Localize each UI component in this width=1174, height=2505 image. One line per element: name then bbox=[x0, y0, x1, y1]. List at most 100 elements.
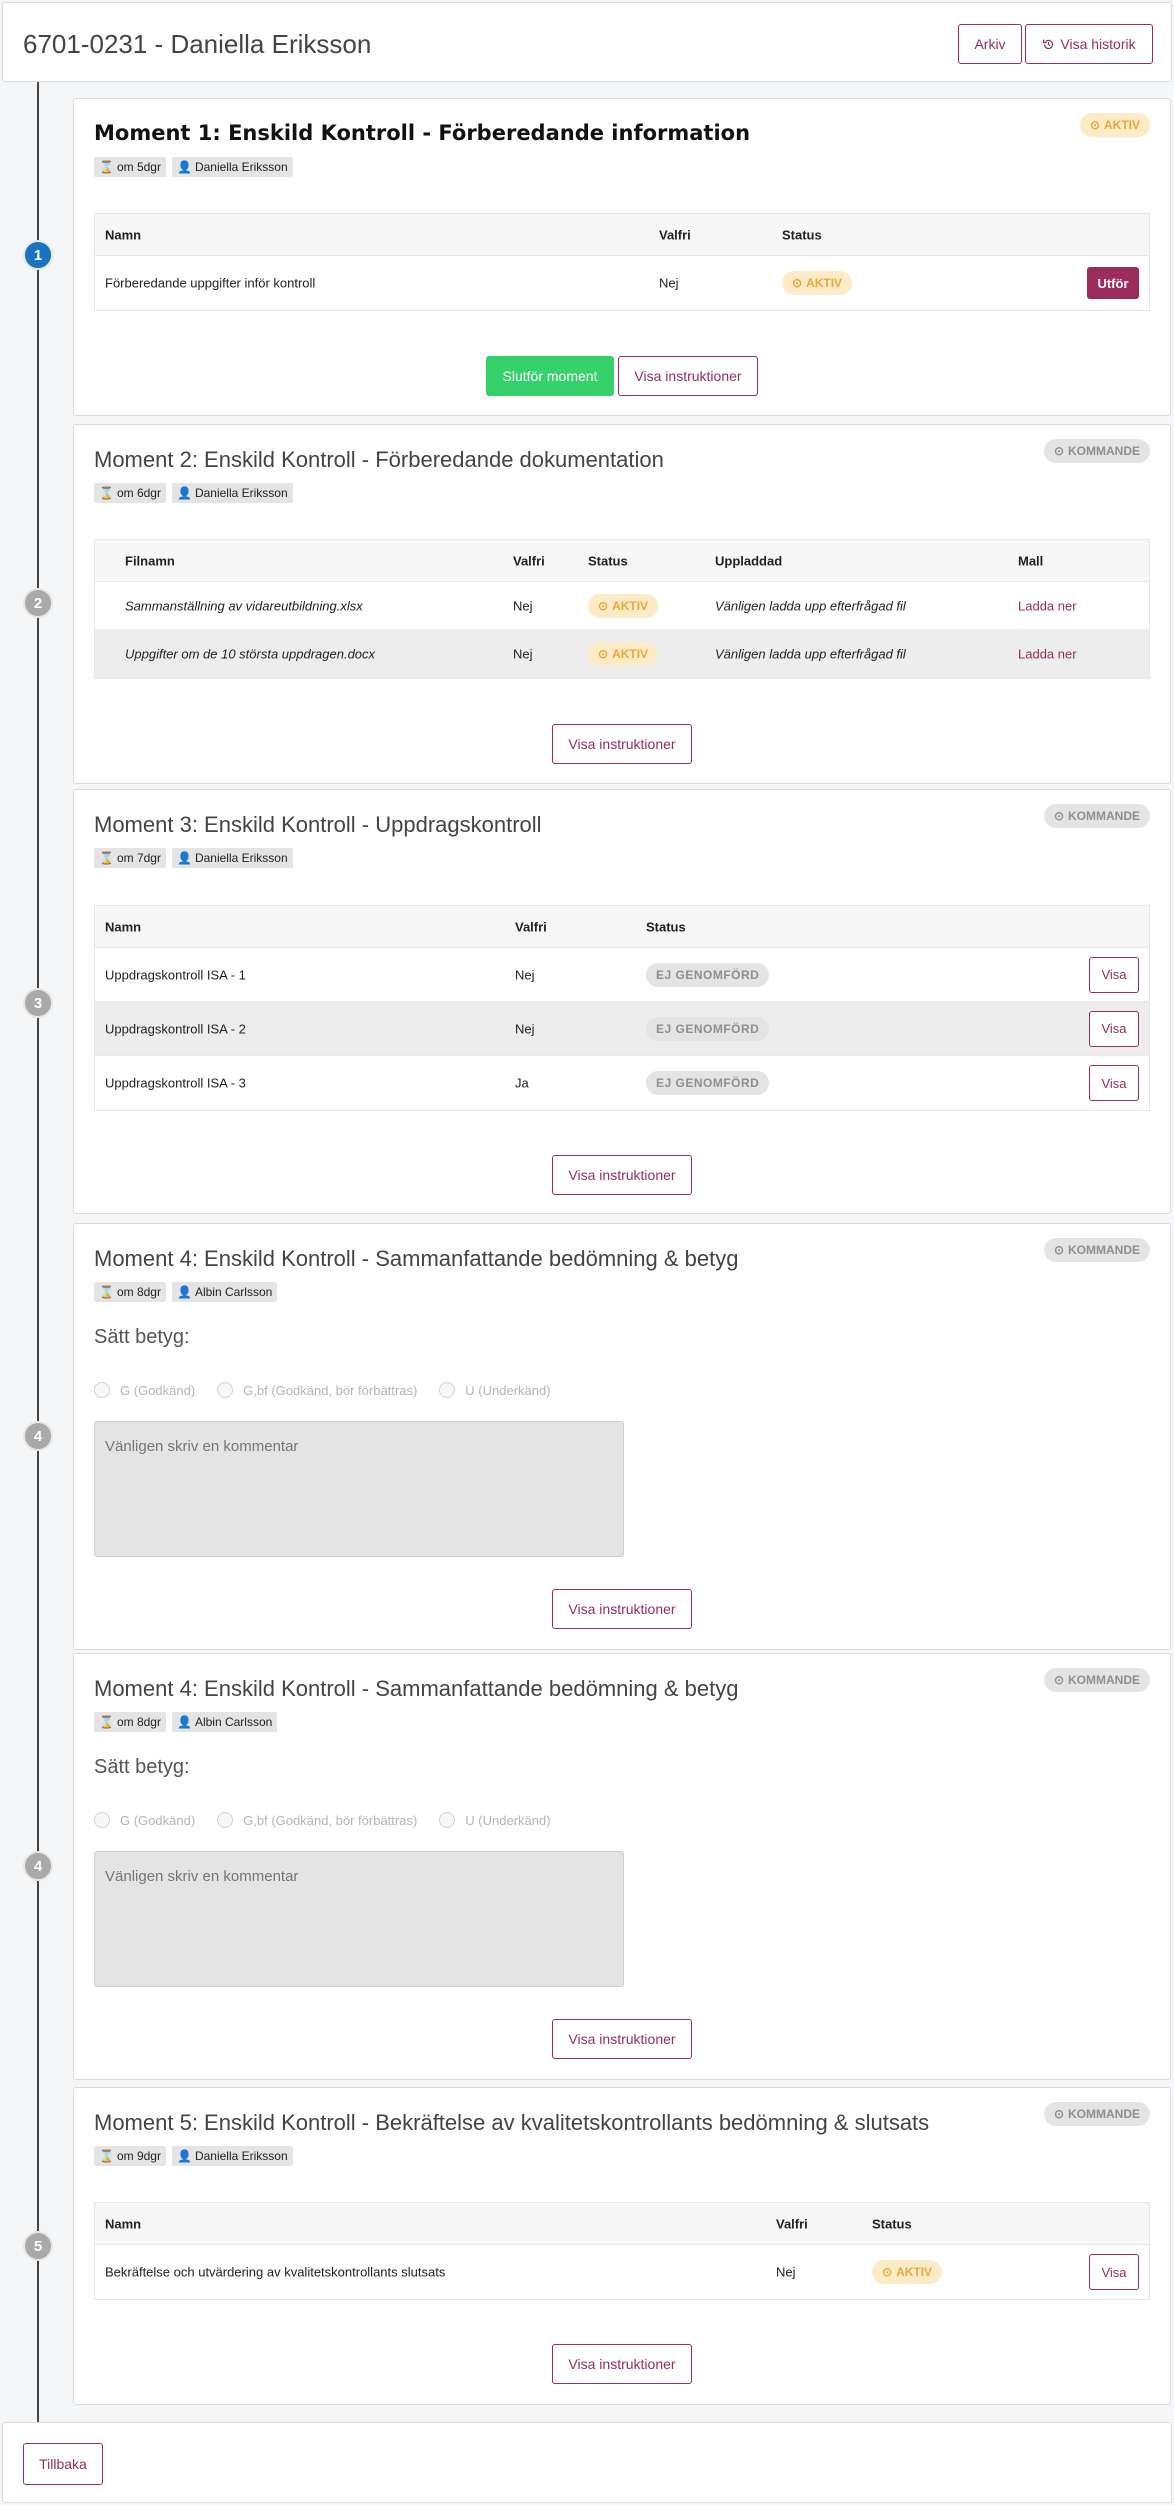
moment-title: Moment 3: Enskild Kontroll - Uppdragskon… bbox=[94, 812, 542, 837]
download-template-link[interactable]: Ladda ner bbox=[1018, 598, 1077, 613]
grade-option-g[interactable]: G (Godkänd) bbox=[94, 1812, 195, 1828]
grade-option-u[interactable]: U (Underkänd) bbox=[439, 1382, 551, 1398]
show-history-button[interactable]: Visa historik bbox=[1025, 24, 1153, 64]
moment-card-4: Moment 4: Enskild Kontroll - Sammanfatta… bbox=[73, 1223, 1171, 1650]
show-instructions-button[interactable]: Visa instruktioner bbox=[552, 1155, 692, 1195]
status-badge: ⊙ KOMMANDE bbox=[1043, 439, 1150, 463]
grade-option-gbf[interactable]: G,bf (Godkänd, bör förbättras) bbox=[217, 1382, 417, 1398]
view-button[interactable]: Visa bbox=[1089, 1065, 1139, 1101]
clock-icon: ⊙ bbox=[598, 598, 609, 613]
view-button[interactable]: Visa bbox=[1089, 2254, 1139, 2290]
task-optional: Nej bbox=[776, 2264, 796, 2280]
person-chip: 👤 Albin Carlsson bbox=[171, 1282, 278, 1302]
task-name: Uppdragskontroll ISA - 3 bbox=[105, 1075, 246, 1091]
clock-icon: ⊙ bbox=[1053, 1673, 1064, 1687]
status-badge: EJ GENOMFÖRD bbox=[646, 962, 770, 987]
column-header: Valfri bbox=[659, 227, 691, 242]
task-status: EJ GENOMFÖRD bbox=[646, 1071, 770, 1095]
archive-button[interactable]: Arkiv bbox=[958, 24, 1022, 64]
status-badge: ⊙ KOMMANDE bbox=[1043, 2102, 1150, 2126]
grade-option-label: G,bf (Godkänd, bör förbättras) bbox=[243, 1382, 418, 1398]
table-row: Uppdragskontroll ISA - 3 Ja EJ GENOMFÖRD… bbox=[95, 1056, 1149, 1110]
table-row: Sammanställning av vidareutbildning.xlsx… bbox=[95, 582, 1149, 630]
clock-icon: ⊙ bbox=[1053, 1243, 1064, 1257]
moment-card-4b: Moment 4: Enskild Kontroll - Sammanfatta… bbox=[73, 1653, 1171, 2080]
radio-button[interactable] bbox=[94, 1382, 110, 1398]
hourglass-icon: ⌛ bbox=[99, 1715, 114, 1729]
moment-meta: ⌛ om 7dgr 👤 Daniella Eriksson bbox=[94, 848, 293, 868]
file-optional: Nej bbox=[513, 598, 533, 613]
person-chip: 👤 Daniella Eriksson bbox=[171, 483, 293, 503]
file-status: ⊙ AKTIV bbox=[588, 593, 659, 618]
table-header: Namn Valfri Status bbox=[95, 214, 1149, 256]
status-badge: EJ GENOMFÖRD bbox=[646, 1071, 770, 1095]
file-name: Sammanställning av vidareutbildning.xlsx bbox=[125, 598, 363, 613]
status-badge: ⊙ AKTIV bbox=[588, 593, 659, 618]
task-name: Förberedande uppgifter inför kontroll bbox=[105, 275, 316, 291]
view-button[interactable]: Visa bbox=[1089, 956, 1139, 993]
user-icon: 👤 bbox=[176, 2149, 192, 2163]
show-instructions-button[interactable]: Visa instruktioner bbox=[552, 724, 692, 764]
status-badge-text: KOMMANDE bbox=[1068, 1673, 1140, 1687]
radio-button[interactable] bbox=[439, 1382, 456, 1398]
status-badge: ⊙ KOMMANDE bbox=[1043, 1668, 1150, 1692]
grade-option-u[interactable]: U (Underkänd) bbox=[439, 1812, 551, 1828]
task-optional: Nej bbox=[515, 1021, 535, 1036]
due-text: om 6dgr bbox=[116, 486, 161, 500]
timeline-marker-5: 5 bbox=[23, 2231, 53, 2261]
grade-option-label: G (Godkänd) bbox=[120, 1382, 196, 1398]
show-instructions-button[interactable]: Visa instruktioner bbox=[552, 1589, 692, 1629]
status-badge-text: KOMMANDE bbox=[1068, 809, 1140, 823]
column-header: Namn bbox=[105, 2216, 142, 2231]
user-icon: 👤 bbox=[176, 160, 192, 174]
moment-meta: ⌛ om 8dgr 👤 Albin Carlsson bbox=[94, 1282, 278, 1302]
column-header: Valfri bbox=[515, 919, 547, 934]
execute-button[interactable]: Utför bbox=[1087, 267, 1139, 299]
file-upload-status: Vänligen ladda upp efterfrågad fil bbox=[715, 598, 906, 613]
person-text: Albin Carlsson bbox=[194, 1285, 273, 1299]
task-optional: Nej bbox=[659, 275, 679, 291]
moment-meta: ⌛ om 5dgr 👤 Daniella Eriksson bbox=[94, 157, 293, 177]
grade-option-g[interactable]: G (Godkänd) bbox=[94, 1382, 195, 1398]
show-instructions-button[interactable]: Visa instruktioner bbox=[552, 2019, 692, 2059]
hourglass-icon: ⌛ bbox=[99, 851, 114, 865]
back-button[interactable]: Tillbaka bbox=[23, 2443, 103, 2485]
table-row: Förberedande uppgifter inför kontroll Ne… bbox=[95, 256, 1149, 310]
column-header: Filnamn bbox=[125, 553, 175, 568]
grade-option-label: U (Underkänd) bbox=[465, 1382, 551, 1398]
page-title: 6701-0231 - Daniella Eriksson bbox=[23, 29, 372, 59]
status-badge: ⊙ AKTIV bbox=[872, 2260, 943, 2284]
file-optional: Nej bbox=[513, 646, 533, 662]
radio-button[interactable] bbox=[439, 1812, 456, 1828]
grade-option-gbf[interactable]: G,bf (Godkänd, bör förbättras) bbox=[217, 1812, 417, 1828]
status-badge-text: KOMMANDE bbox=[1068, 2107, 1140, 2121]
clock-icon: ⊙ bbox=[1089, 118, 1100, 132]
column-header: Namn bbox=[105, 227, 142, 242]
radio-button[interactable] bbox=[94, 1812, 110, 1828]
show-instructions-button[interactable]: Visa instruktioner bbox=[618, 356, 758, 396]
moment-title: Moment 1: Enskild Kontroll - Förberedand… bbox=[94, 121, 751, 145]
download-template-link[interactable]: Ladda ner bbox=[1018, 647, 1077, 662]
moment-card-2: Moment 2: Enskild Kontroll - Förberedand… bbox=[73, 424, 1171, 784]
comment-field[interactable] bbox=[94, 1851, 624, 1987]
page-footer: Tillbaka bbox=[2, 2422, 1172, 2503]
moment-meta: ⌛ om 6dgr 👤 Daniella Eriksson bbox=[94, 483, 293, 503]
moment-card-1: Moment 1: Enskild Kontroll - Förberedand… bbox=[73, 98, 1171, 416]
status-badge-text: AKTIV bbox=[612, 598, 649, 613]
radio-button[interactable] bbox=[217, 1812, 234, 1828]
comment-field[interactable] bbox=[94, 1421, 624, 1557]
user-icon: 👤 bbox=[176, 486, 192, 500]
radio-button[interactable] bbox=[217, 1382, 234, 1398]
moment-title: Moment 4: Enskild Kontroll - Sammanfatta… bbox=[94, 1676, 739, 1701]
view-button[interactable]: Visa bbox=[1089, 1010, 1139, 1047]
page-header: 6701-0231 - Daniella Eriksson Arkiv Visa… bbox=[2, 2, 1172, 82]
due-chip: ⌛ om 8dgr bbox=[94, 1282, 166, 1302]
due-chip: ⌛ om 9dgr bbox=[94, 2146, 166, 2166]
grade-options: G (Godkänd) G,bf (Godkänd, bör förbättra… bbox=[94, 1382, 551, 1398]
grade-label: Sätt betyg: bbox=[94, 1756, 190, 1778]
moment-title: Moment 2: Enskild Kontroll - Förberedand… bbox=[94, 447, 664, 472]
complete-moment-button[interactable]: Slutför moment bbox=[486, 356, 614, 396]
user-icon: 👤 bbox=[176, 1715, 192, 1729]
timeline-marker-4b: 4 bbox=[23, 1851, 53, 1881]
show-instructions-button[interactable]: Visa instruktioner bbox=[552, 2344, 692, 2384]
